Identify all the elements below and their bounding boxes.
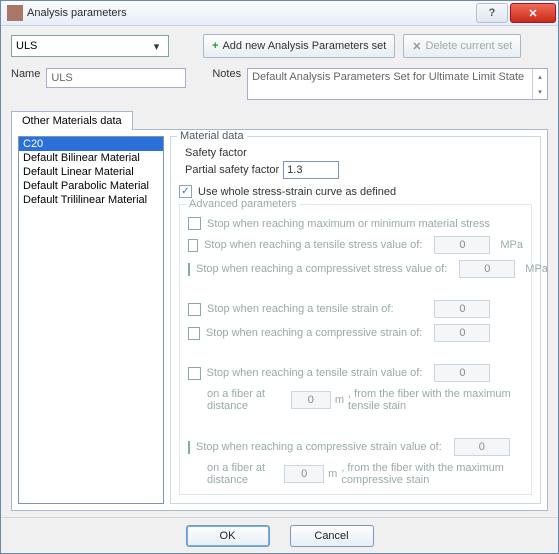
chevron-down-icon: ▾ [149,40,164,53]
tab-strip: Other Materials data [11,110,548,129]
list-item[interactable]: Default Linear Material [19,165,163,179]
use-whole-curve-checkbox[interactable]: ✓ [179,185,192,198]
partial-safety-input[interactable] [283,161,339,179]
name-label: Name [11,68,40,80]
stop-tensile-strain-checkbox[interactable] [188,303,201,316]
name-notes-row: Name Notes Default Analysis Parameters S… [11,68,548,100]
partial-safety-label: Partial safety factor [185,164,279,176]
stop-compressive-strain-value-checkbox[interactable] [188,441,190,454]
notes-text: Default Analysis Parameters Set for Ulti… [252,71,524,83]
notes-label: Notes [212,68,241,80]
tab-other-materials[interactable]: Other Materials data [11,111,133,130]
materials-listbox[interactable]: C20 Default Bilinear Material Default Li… [18,136,164,504]
unit-mpa: MPa [525,263,548,275]
stop-compressive-strain-value-label: Stop when reaching a compressive strain … [196,441,442,453]
tensile-fiber-distance-input[interactable] [291,391,331,409]
notes-input[interactable]: Default Analysis Parameters Set for Ulti… [247,68,548,100]
compressive-fiber-distance-input[interactable] [284,465,324,483]
stop-compressive-stress-label: Stop when reaching a compressivet stress… [196,263,447,275]
stop-tensile-stress-label: Stop when reaching a tensile stress valu… [204,239,422,251]
delete-icon: ✕ [412,40,421,53]
advanced-group: Advanced parameters Stop when reaching m… [179,204,532,495]
delete-set-label: Delete current set [426,40,513,52]
window-title: Analysis parameters [27,7,474,19]
toolbar-row: ULS ▾ + Add new Analysis Parameters set … [11,34,548,58]
unit-mpa: MPa [500,239,523,251]
tab-panel: C20 Default Bilinear Material Default Li… [11,129,548,511]
delete-set-button[interactable]: ✕ Delete current set [403,34,521,58]
tensile-stress-input[interactable] [434,236,490,254]
stop-compressive-strain-label: Stop when reaching a compressive strain … [206,327,422,339]
app-icon [7,5,23,21]
notes-spinner[interactable]: ▴▾ [532,69,547,99]
name-input[interactable] [46,68,186,88]
add-set-button[interactable]: + Add new Analysis Parameters set [203,34,395,58]
stop-compressive-stress-checkbox[interactable] [188,263,190,276]
tensile-fiber-row: on a fiber at distance m , from the fibe… [207,388,523,412]
compressive-stress-input[interactable] [459,260,515,278]
help-button[interactable]: ? [476,3,508,23]
compressive-strain-value-input[interactable] [454,438,510,456]
parameter-set-select[interactable]: ULS ▾ [11,35,169,57]
ok-button[interactable]: OK [186,525,270,547]
close-button[interactable]: ✕ [510,3,556,23]
stop-tensile-stress-checkbox[interactable] [188,239,198,252]
list-item[interactable]: Default Bilinear Material [19,151,163,165]
tensile-strain-value-input[interactable] [434,364,490,382]
list-item[interactable]: Default Trililinear Material [19,193,163,207]
list-item[interactable]: C20 [19,137,163,151]
stop-maxmin-stress-label: Stop when reaching maximum or minimum ma… [207,218,490,230]
content-area: ULS ▾ + Add new Analysis Parameters set … [1,26,558,517]
material-data-legend: Material data [177,130,247,142]
tensile-strain-input[interactable] [434,300,490,318]
add-set-label: Add new Analysis Parameters set [222,40,386,52]
stop-tensile-strain-label: Stop when reaching a tensile strain of: [207,303,394,315]
footer: OK Cancel [1,517,558,553]
stop-tensile-strain-value-checkbox[interactable] [188,367,201,380]
material-data-group: Material data Safety factor Partial safe… [170,136,541,504]
titlebar: Analysis parameters ? ✕ [1,1,558,26]
parameter-set-selected: ULS [16,40,37,52]
compressive-strain-input[interactable] [434,324,490,342]
stop-compressive-strain-checkbox[interactable] [188,327,200,340]
stop-maxmin-stress-checkbox[interactable] [188,217,201,230]
dialog-window: Analysis parameters ? ✕ ULS ▾ + Add new … [0,0,559,554]
plus-icon: + [212,40,218,52]
compressive-fiber-row: on a fiber at distance m , from the fibe… [207,462,523,486]
advanced-legend: Advanced parameters [186,198,300,210]
stop-tensile-strain-value-label: Stop when reaching a tensile strain valu… [207,367,423,379]
list-item[interactable]: Default Parabolic Material [19,179,163,193]
use-whole-curve-label: Use whole stress-strain curve as defined [198,186,396,198]
cancel-button[interactable]: Cancel [290,525,374,547]
safety-factor-label: Safety factor [185,147,532,159]
